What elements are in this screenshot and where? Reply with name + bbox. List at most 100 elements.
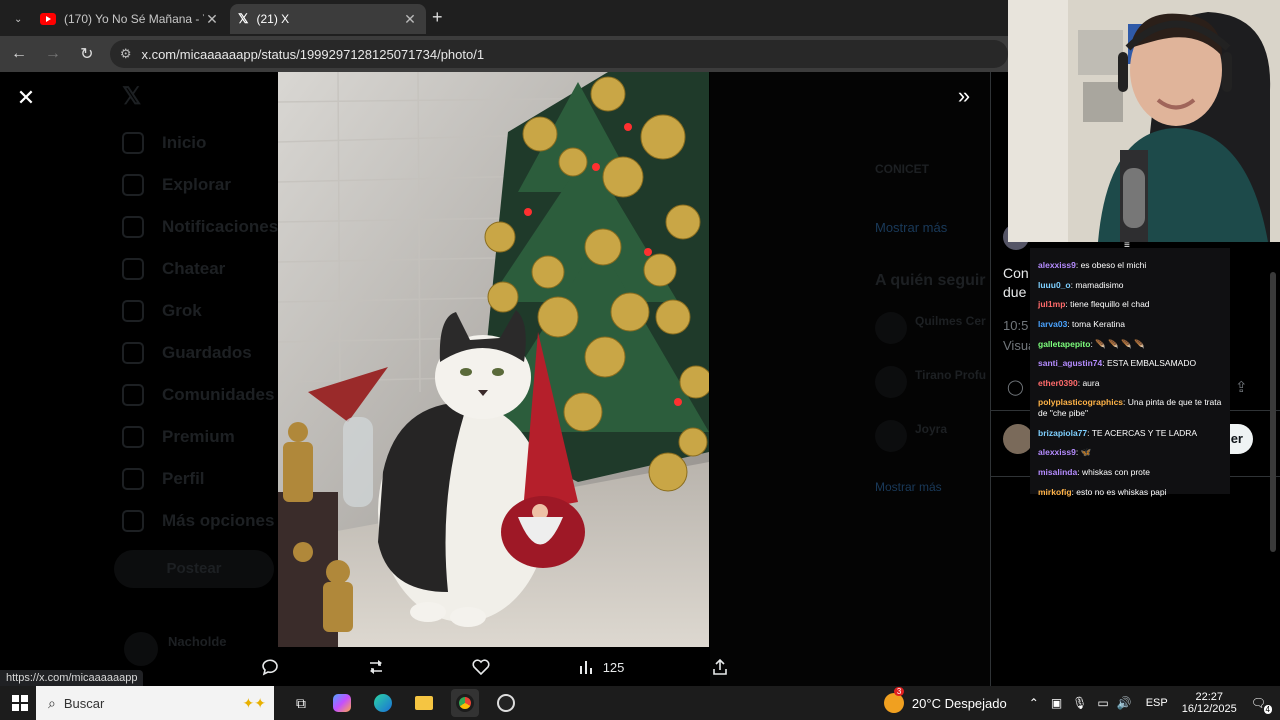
- windows-start-icon[interactable]: [6, 689, 34, 717]
- views-chart-icon: [579, 661, 592, 674]
- reply-icon: [262, 659, 278, 676]
- sidebar-item-comunidades[interactable]: Comunidades: [122, 380, 274, 410]
- sidebar-item-premium[interactable]: Premium: [122, 422, 235, 452]
- sidebar-item-notificaciones[interactable]: Notificaciones: [122, 212, 278, 242]
- chat-username[interactable]: alexxiss9: [1038, 447, 1076, 457]
- more-icon: [122, 510, 144, 532]
- reply-icon[interactable]: ◯: [1007, 378, 1024, 396]
- close-viewer-icon[interactable]: ✕: [14, 86, 38, 110]
- chat-message: galletapepito: 🪶 🪶 🪶 🪶: [1038, 338, 1145, 349]
- show-more-link[interactable]: Mostrar más: [875, 480, 942, 494]
- share-button[interactable]: [710, 657, 730, 677]
- copilot-icon[interactable]: [328, 689, 356, 717]
- follow-suggestion-name[interactable]: Tirano Profu: [915, 368, 986, 382]
- browser-tab-bar: ⌄ (170) Yo No Sé Mañana - YouTube ✕ 𝕏 (2…: [0, 0, 1008, 36]
- chat-username[interactable]: luuu0_o: [1038, 280, 1071, 290]
- views-count: 125: [602, 659, 625, 675]
- avatar[interactable]: [124, 632, 158, 666]
- close-tab-icon[interactable]: ✕: [204, 11, 220, 28]
- chat-text: toma Keratina: [1072, 318, 1125, 329]
- reload-icon[interactable]: ↻: [72, 39, 102, 69]
- notification-icon[interactable]: 🗨 4: [1251, 696, 1272, 714]
- weather-icon[interactable]: 3: [883, 687, 905, 713]
- post-action-bar: 125: [260, 652, 730, 682]
- chevron-down-icon: ⌄: [14, 13, 23, 25]
- share-icon[interactable]: ⇪: [1235, 378, 1248, 396]
- obs-icon[interactable]: [492, 689, 520, 717]
- back-arrow-icon[interactable]: ←: [4, 39, 34, 69]
- tab-search-button[interactable]: ⌄: [6, 4, 30, 34]
- sidebar-item-grok[interactable]: Grok: [122, 296, 202, 326]
- network-icon[interactable]: ▭: [1097, 696, 1108, 710]
- search-icon: ⌕: [48, 694, 56, 711]
- webcam-overlay: [1008, 0, 1280, 242]
- search-highlight-icon: ✦✦: [242, 694, 266, 711]
- chat-text: whiskas con prote: [1081, 466, 1150, 477]
- chat-message: santi_agustin74: ESTA EMBALSAMADO: [1038, 358, 1197, 369]
- x-logo-icon: 𝕏: [238, 11, 249, 26]
- chrome-icon[interactable]: [451, 689, 479, 717]
- file-explorer-icon[interactable]: [410, 689, 438, 717]
- chat-message: larva03: toma Keratina: [1038, 318, 1125, 329]
- sidebar-item-explorar[interactable]: Explorar: [122, 170, 231, 200]
- account-name: Nacholde: [168, 634, 227, 649]
- sidebar-item-perfil[interactable]: Perfil: [122, 464, 205, 494]
- chat-message: polyplasticographics: Una pinta de que t…: [1038, 397, 1222, 418]
- chevron-up-icon[interactable]: ⌃: [1029, 696, 1039, 710]
- chat-text: TE ACERCAS Y TE LADRA: [1091, 427, 1198, 438]
- chat-username[interactable]: larva03: [1038, 319, 1067, 329]
- chat-handle-icon[interactable]: ≡: [1124, 240, 1130, 251]
- post-button[interactable]: Postear: [114, 550, 274, 588]
- close-tab-icon[interactable]: ✕: [402, 11, 418, 28]
- meet-now-icon[interactable]: ▣: [1051, 696, 1062, 710]
- chat-message: luuu0_o: mamadisimo: [1038, 279, 1124, 290]
- sidebar-item-mas-opciones[interactable]: Más opciones: [122, 506, 274, 536]
- reply-button[interactable]: [260, 657, 280, 677]
- chat-username[interactable]: misalinda: [1038, 467, 1077, 477]
- tab-youtube[interactable]: (170) Yo No Sé Mañana - YouTube ✕: [32, 4, 228, 34]
- chat-username[interactable]: galletapepito: [1038, 339, 1090, 349]
- home-icon: [122, 132, 144, 154]
- site-info-icon[interactable]: ⚙: [120, 46, 132, 62]
- chat-username[interactable]: jul1mp: [1038, 299, 1065, 309]
- follow-suggestion-name[interactable]: Quilmes Cer: [915, 314, 986, 328]
- follow-suggestion-name[interactable]: Joyra: [915, 422, 947, 436]
- windows-taskbar: ⌕ Buscar ✦✦ ⧉ 3 20°C Despejado ⌃ ▣ 🎙 ▭ 🔊…: [0, 686, 1280, 720]
- microphone-icon[interactable]: 🎙: [1072, 696, 1087, 710]
- address-bar: ← → ↻ ⚙ x.com/micaaaaaapp/status/1999297…: [0, 36, 1008, 72]
- show-more-link[interactable]: Mostrar más: [875, 220, 947, 235]
- x-logo-icon[interactable]: 𝕏: [122, 82, 141, 111]
- heart-icon: [472, 659, 490, 676]
- task-view-icon[interactable]: ⧉: [287, 689, 315, 717]
- chat-username[interactable]: brizapiola77: [1038, 428, 1087, 438]
- avatar: [875, 312, 907, 344]
- sidebar-item-inicio[interactable]: Inicio: [122, 128, 206, 158]
- chat-username[interactable]: alexxiss9: [1038, 260, 1076, 270]
- post-photo[interactable]: [278, 72, 709, 647]
- repost-button[interactable]: [366, 657, 386, 677]
- chat-username[interactable]: mirkofig: [1038, 487, 1072, 497]
- volume-icon[interactable]: 🔊: [1117, 696, 1132, 710]
- scrollbar[interactable]: [1270, 272, 1276, 552]
- edge-icon[interactable]: [369, 689, 397, 717]
- weather-badge: 3: [893, 687, 905, 696]
- views-button[interactable]: 125: [577, 657, 625, 677]
- bookmark-icon: [122, 342, 144, 364]
- language-indicator[interactable]: ESP: [1146, 697, 1168, 709]
- expand-panel-icon[interactable]: »: [952, 84, 976, 108]
- tab-x[interactable]: 𝕏 (21) X ✕: [230, 4, 426, 34]
- clock[interactable]: 22:27 16/12/2025: [1182, 691, 1237, 715]
- forward-arrow-icon[interactable]: →: [38, 39, 68, 69]
- streamer-webcam-image: [1008, 0, 1280, 242]
- new-tab-icon[interactable]: +: [432, 7, 443, 28]
- chat-username[interactable]: ether0390: [1038, 378, 1078, 388]
- weather-text[interactable]: 20°C Despejado: [912, 696, 1007, 711]
- like-button[interactable]: [471, 657, 491, 677]
- taskbar-search-input[interactable]: ⌕ Buscar ✦✦: [36, 686, 274, 720]
- chat-username[interactable]: polyplasticographics: [1038, 397, 1123, 407]
- mail-icon: [122, 258, 144, 280]
- sidebar-item-chatear[interactable]: Chatear: [122, 254, 225, 284]
- url-input[interactable]: ⚙ x.com/micaaaaaapp/status/1999297128125…: [109, 40, 1008, 68]
- chat-username[interactable]: santi_agustin74: [1038, 358, 1102, 368]
- sidebar-item-guardados[interactable]: Guardados: [122, 338, 252, 368]
